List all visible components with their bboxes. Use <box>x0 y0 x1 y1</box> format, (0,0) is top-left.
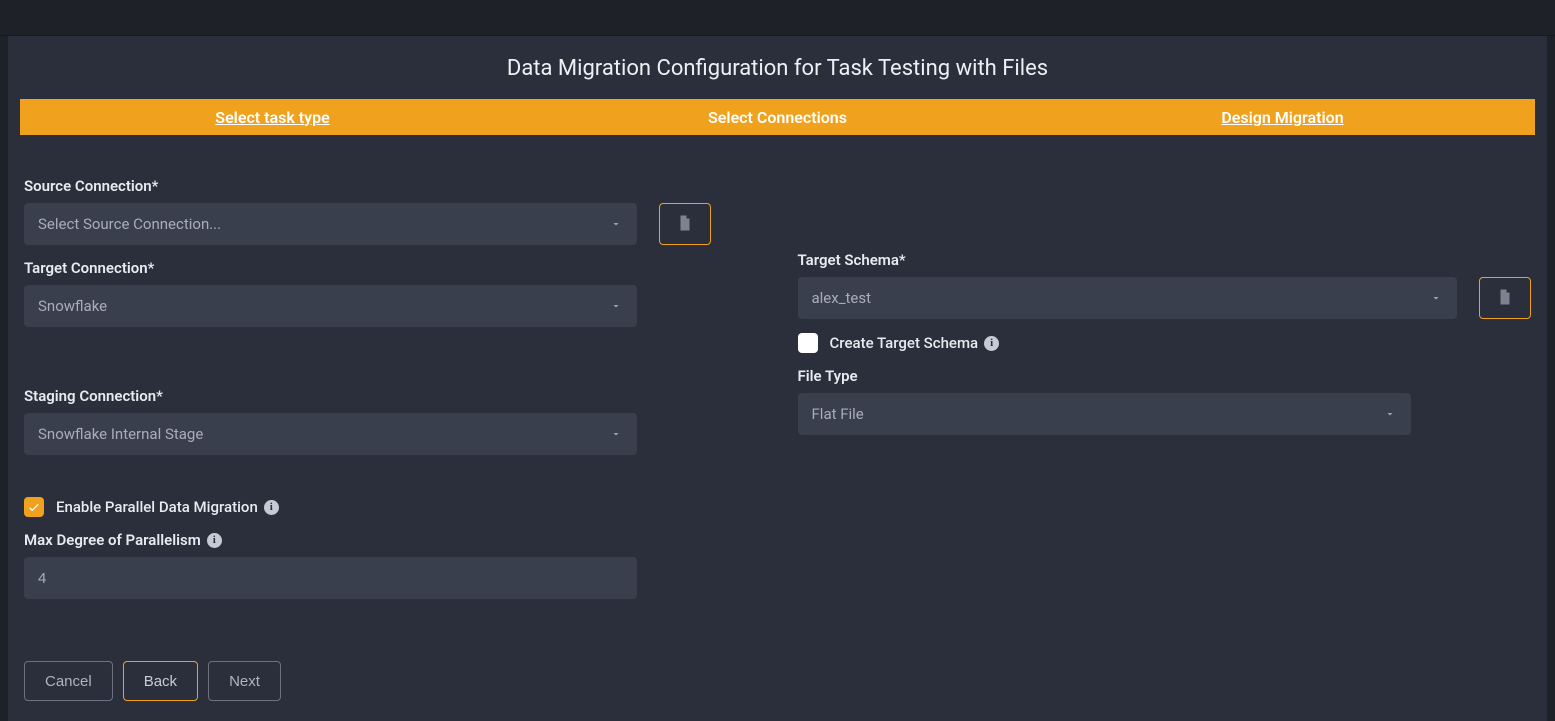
source-connection-file-button[interactable] <box>659 203 711 245</box>
create-target-schema-row: Create Target Schema i <box>798 333 1532 353</box>
target-schema-field: Target Schema* alex_test <box>798 251 1532 319</box>
source-connection-placeholder: Select Source Connection... <box>38 215 609 233</box>
top-bar <box>0 0 1555 36</box>
wizard-stepper: Select task type Select Connections Desi… <box>20 99 1535 135</box>
staging-connection-value: Snowflake Internal Stage <box>38 425 609 443</box>
chevron-down-icon <box>609 299 623 313</box>
form-area: Source Connection* Select Source Connect… <box>20 177 1535 613</box>
staging-connection-field: Staging Connection* Snowflake Internal S… <box>24 387 758 455</box>
main-content: Data Migration Configuration for Task Te… <box>8 36 1547 721</box>
target-schema-select[interactable]: alex_test <box>798 277 1458 319</box>
info-icon[interactable]: i <box>984 336 999 351</box>
enable-parallel-label-text: Enable Parallel Data Migration <box>56 498 258 516</box>
target-connection-value: Snowflake <box>38 297 609 315</box>
file-type-label: File Type <box>798 367 1532 385</box>
max-parallelism-field: Max Degree of Parallelism i <box>24 531 758 599</box>
next-button[interactable]: Next <box>208 661 281 701</box>
info-icon[interactable]: i <box>264 500 279 515</box>
source-connection-select[interactable]: Select Source Connection... <box>24 203 637 245</box>
file-type-select[interactable]: Flat File <box>798 393 1411 435</box>
step-design-migration[interactable]: Design Migration <box>1030 108 1535 127</box>
file-icon <box>1496 286 1514 311</box>
file-type-value: Flat File <box>812 405 1383 423</box>
file-icon <box>676 212 694 237</box>
create-target-schema-label: Create Target Schema i <box>830 334 1000 352</box>
target-connection-label: Target Connection* <box>24 259 758 277</box>
info-icon[interactable]: i <box>207 533 222 548</box>
form-left-column: Source Connection* Select Source Connect… <box>24 177 758 613</box>
step-select-connections[interactable]: Select Connections <box>525 108 1030 127</box>
target-connection-field: Target Connection* Snowflake <box>24 259 758 327</box>
form-right-column: Target Schema* alex_test <box>798 177 1532 613</box>
target-schema-file-button[interactable] <box>1479 277 1531 319</box>
chevron-down-icon <box>609 217 623 231</box>
enable-parallel-row: Enable Parallel Data Migration i <box>24 497 758 517</box>
staging-connection-select[interactable]: Snowflake Internal Stage <box>24 413 637 455</box>
create-target-schema-label-text: Create Target Schema <box>830 334 979 352</box>
page-title: Data Migration Configuration for Task Te… <box>20 56 1535 81</box>
file-type-field: File Type Flat File <box>798 367 1532 435</box>
enable-parallel-label: Enable Parallel Data Migration i <box>56 498 279 516</box>
source-connection-label: Source Connection* <box>24 177 758 195</box>
chevron-down-icon <box>1429 291 1443 305</box>
chevron-down-icon <box>1383 407 1397 421</box>
enable-parallel-checkbox[interactable] <box>24 497 44 517</box>
footer-buttons: Cancel Back Next <box>20 661 1535 701</box>
step-select-task-type[interactable]: Select task type <box>20 108 525 127</box>
cancel-button[interactable]: Cancel <box>24 661 113 701</box>
target-connection-select[interactable]: Snowflake <box>24 285 637 327</box>
chevron-down-icon <box>609 427 623 441</box>
target-schema-value: alex_test <box>812 289 1430 307</box>
max-parallelism-label-text: Max Degree of Parallelism <box>24 531 201 549</box>
back-button[interactable]: Back <box>123 661 198 701</box>
target-schema-label: Target Schema* <box>798 251 1532 269</box>
max-parallelism-label: Max Degree of Parallelism i <box>24 531 222 549</box>
create-target-schema-checkbox[interactable] <box>798 333 818 353</box>
max-parallelism-input[interactable] <box>24 557 637 599</box>
source-connection-field: Source Connection* Select Source Connect… <box>24 177 758 245</box>
staging-connection-label: Staging Connection* <box>24 387 758 405</box>
